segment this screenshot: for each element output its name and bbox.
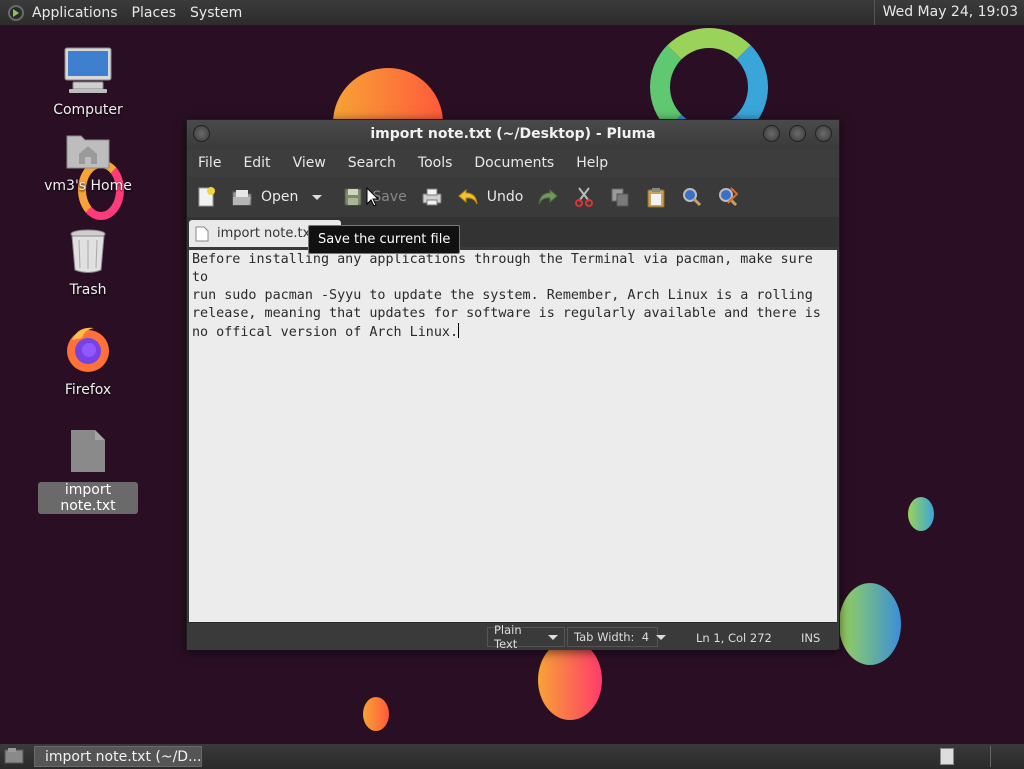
decor-orange-ellipse (538, 640, 602, 720)
bottom-panel: import note.txt (~/D... (0, 743, 1024, 769)
window-titlebar[interactable]: import note.txt (~/Desktop) - Pluma (187, 120, 839, 149)
show-desktop-icon[interactable] (4, 747, 24, 765)
menu-file[interactable]: File (187, 155, 232, 171)
open-label: Open (261, 189, 299, 205)
cut-button[interactable] (573, 186, 595, 208)
trash-icon (70, 229, 106, 273)
decor-orange-ellipse-small (363, 697, 389, 731)
applications-menu[interactable]: Applications (32, 5, 118, 21)
window-title: import note.txt (~/Desktop) - Pluma (370, 126, 656, 142)
scissors-icon (575, 187, 594, 207)
decor-blue-ellipse-large (839, 583, 901, 665)
open-button[interactable]: Open (231, 186, 323, 208)
statusbar: Plain Text Tab Width: 4 Ln 1, Col 272 IN… (187, 622, 837, 651)
maximize-button[interactable] (789, 125, 806, 142)
desktop-icon-import-note[interactable]: import note.txt (38, 428, 138, 514)
redo-button[interactable] (537, 186, 559, 208)
desktop-icon-home[interactable]: vm3's Home (38, 130, 138, 194)
minimize-button[interactable] (763, 125, 780, 142)
taskbar-item-pluma[interactable]: import note.txt (~/D... (34, 746, 202, 767)
chevron-down-icon (656, 634, 667, 640)
decor-blue-ellipse-small (908, 497, 934, 531)
new-document-icon (198, 187, 215, 207)
menu-view[interactable]: View (282, 155, 337, 171)
toolbar: Open Save Undo (187, 177, 839, 217)
tab-width-selector[interactable]: Tab Width: 4 (567, 627, 667, 647)
menu-search[interactable]: Search (337, 155, 407, 171)
redo-arrow-icon (538, 188, 559, 205)
desktop-icon-label: Trash (69, 282, 107, 298)
computer-icon (64, 47, 112, 93)
pluma-window: import note.txt (~/Desktop) - Pluma File… (186, 119, 840, 651)
system-menu[interactable]: System (190, 5, 242, 21)
text-caret (458, 323, 460, 338)
desktop-icon-trash[interactable]: Trash (38, 228, 138, 298)
desktop-icon-computer[interactable]: Computer (38, 46, 138, 118)
places-menu[interactable]: Places (132, 5, 177, 21)
desktop-icon-label: vm3's Home (44, 178, 132, 194)
language-selector[interactable]: Plain Text (487, 623, 565, 651)
tab-width-label: Tab Width: 4 (574, 630, 650, 644)
desktop-icon-label: Computer (53, 102, 123, 118)
save-icon (344, 188, 362, 206)
print-button[interactable] (421, 186, 443, 208)
paste-clipboard-icon (647, 188, 665, 208)
menubar: File Edit View Search Tools Documents He… (187, 149, 839, 177)
chevron-down-icon (548, 634, 558, 640)
editor-text: Before installing any applications throu… (192, 252, 821, 340)
save-tooltip: Save the current file (308, 225, 461, 254)
copy-icon (611, 188, 629, 207)
panel-divider (990, 746, 991, 767)
mate-logo-icon[interactable] (8, 4, 24, 21)
workspace-switcher[interactable] (940, 748, 954, 765)
desktop-icon-label: Firefox (64, 382, 112, 398)
language-label: Plain Text (494, 623, 522, 651)
search-magnifier-icon (683, 188, 702, 207)
top-panel: Applications Places System Wed May 24, 1… (0, 0, 1024, 26)
open-dropdown-arrow-icon[interactable] (312, 194, 323, 200)
desktop-icon-firefox[interactable]: Firefox (38, 326, 138, 398)
menu-edit[interactable]: Edit (232, 155, 281, 171)
paste-button[interactable] (645, 186, 667, 208)
find-replace-button[interactable] (717, 186, 739, 208)
find-replace-icon (719, 187, 739, 207)
undo-label: Undo (486, 189, 524, 205)
document-tabstrip: import note.txt (187, 217, 839, 247)
home-folder-icon (66, 135, 110, 169)
taskbar-item-label: import note.txt (~/D... (45, 748, 202, 765)
undo-arrow-icon (458, 188, 478, 205)
text-file-icon (71, 430, 105, 472)
desktop-icon-label: import note.txt (38, 482, 138, 514)
find-button[interactable] (681, 186, 703, 208)
document-tab-label: import note.txt (217, 226, 316, 241)
mouse-pointer-icon (366, 187, 380, 207)
menu-help[interactable]: Help (565, 155, 619, 171)
text-document-icon (195, 226, 209, 241)
undo-button[interactable]: Undo (457, 186, 524, 208)
insert-mode: INS (801, 631, 821, 645)
menu-tools[interactable]: Tools (407, 155, 464, 171)
copy-button[interactable] (609, 186, 631, 208)
new-button[interactable] (195, 186, 217, 208)
firefox-icon (67, 327, 109, 372)
open-folder-icon (232, 190, 252, 206)
cursor-position: Ln 1, Col 272 (696, 631, 772, 645)
close-button[interactable] (815, 125, 832, 142)
clock[interactable]: Wed May 24, 19:03 (873, 0, 1024, 25)
printer-icon (422, 188, 442, 206)
text-editor-area[interactable]: Before installing any applications throu… (189, 250, 837, 622)
menu-documents[interactable]: Documents (463, 155, 565, 171)
